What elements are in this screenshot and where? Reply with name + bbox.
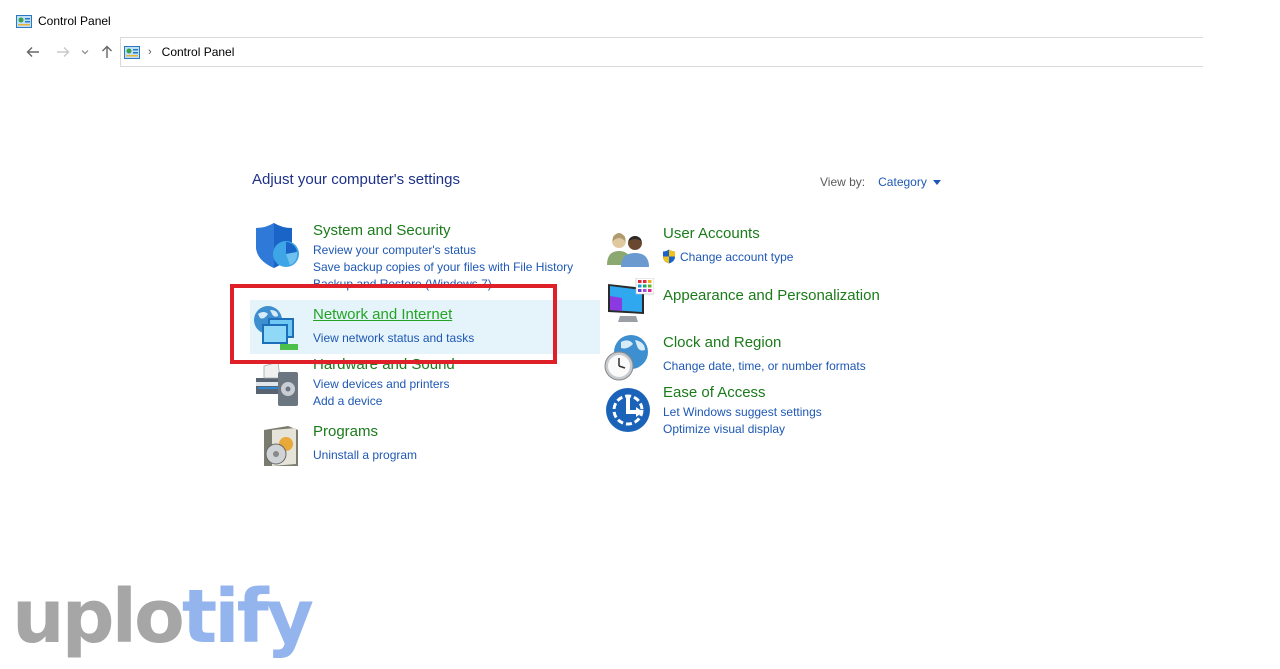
- ease-of-access-icon: [606, 388, 650, 432]
- arrow-left-icon: [26, 47, 39, 57]
- control-panel-icon: [16, 14, 32, 28]
- chevron-down-icon: [81, 50, 89, 55]
- view-by-dropdown[interactable]: Category: [878, 175, 941, 189]
- watermark-logo: uplotify: [12, 580, 314, 654]
- navigation-bar: › Control Panel: [0, 37, 1280, 67]
- caret-down-icon: [932, 179, 941, 185]
- shield-icon: [256, 223, 299, 268]
- category-title-appearance[interactable]: Appearance and Personalization: [663, 287, 880, 304]
- link-backup-restore[interactable]: Backup and Restore (Windows 7): [313, 277, 492, 291]
- link-add-device[interactable]: Add a device: [313, 394, 382, 408]
- printer-icon: [256, 361, 298, 406]
- back-button[interactable]: [24, 43, 42, 61]
- link-date-time-formats[interactable]: Change date, time, or number formats: [663, 359, 866, 373]
- link-optimize-display[interactable]: Optimize visual display: [663, 422, 785, 436]
- link-network-status[interactable]: View network status and tasks: [313, 331, 474, 345]
- address-bar[interactable]: › Control Panel: [120, 37, 1203, 67]
- breadcrumb-control-panel[interactable]: Control Panel: [162, 45, 235, 59]
- recent-locations-button[interactable]: [78, 43, 92, 61]
- control-panel-icon: [124, 45, 140, 59]
- uac-shield-icon: [663, 249, 675, 264]
- breadcrumb-separator[interactable]: ›: [148, 46, 152, 58]
- category-title-hardware-sound[interactable]: Hardware and Sound: [313, 356, 455, 373]
- page-heading: Adjust your computer's settings: [252, 171, 460, 188]
- clock-globe-icon: [604, 335, 648, 381]
- category-title-clock-region[interactable]: Clock and Region: [663, 334, 781, 351]
- watermark-part2: tify: [181, 574, 314, 660]
- programs-icon: [264, 426, 298, 466]
- view-by-label: View by:: [820, 175, 866, 189]
- arrow-right-icon: [57, 47, 70, 57]
- arrow-up-icon: [102, 45, 112, 58]
- network-icon: [254, 306, 298, 350]
- link-suggest-settings[interactable]: Let Windows suggest settings: [663, 405, 822, 419]
- link-uninstall-program[interactable]: Uninstall a program: [313, 448, 417, 462]
- forward-button[interactable]: [54, 43, 72, 61]
- category-title-programs[interactable]: Programs: [313, 423, 378, 440]
- category-title-ease-of-access[interactable]: Ease of Access: [663, 384, 766, 401]
- link-change-account-type[interactable]: Change account type: [680, 250, 793, 264]
- category-title-user-accounts[interactable]: User Accounts: [663, 225, 760, 242]
- watermark-part1: uplo: [12, 574, 185, 660]
- category-title-system-security[interactable]: System and Security: [313, 222, 451, 239]
- window-title: Control Panel: [38, 14, 111, 28]
- link-review-status[interactable]: Review your computer's status: [313, 243, 476, 257]
- users-icon: [607, 233, 649, 267]
- view-by: View by: Category: [820, 175, 941, 189]
- category-title-network-internet[interactable]: Network and Internet: [313, 306, 452, 323]
- link-file-history[interactable]: Save backup copies of your files with Fi…: [313, 260, 573, 274]
- view-by-value: Category: [878, 175, 927, 189]
- up-button[interactable]: [98, 43, 116, 61]
- link-devices-printers[interactable]: View devices and printers: [313, 377, 450, 391]
- title-bar: Control Panel: [16, 12, 111, 30]
- monitor-palette-icon: [608, 278, 654, 322]
